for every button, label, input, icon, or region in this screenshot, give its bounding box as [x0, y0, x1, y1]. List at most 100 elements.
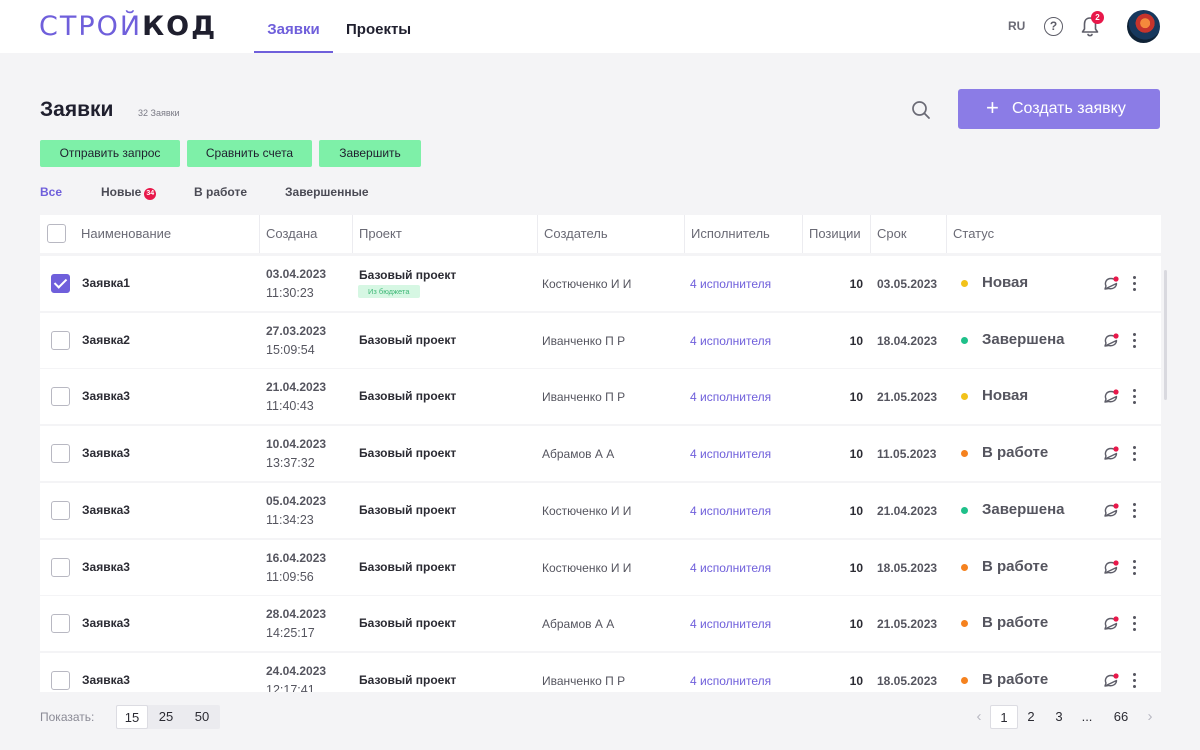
table-row[interactable]: Заявка3 21.04.2023 11:40:43 Базовый проект И… [40, 369, 1161, 424]
created-time: 11:09:56 [266, 570, 314, 584]
request-name[interactable]: Заявка3 [82, 673, 130, 687]
create-request-button[interactable]: + Создать заявку [958, 89, 1160, 129]
page-number[interactable]: 3 [1048, 705, 1070, 729]
table-row[interactable]: Заявка3 16.04.2023 11:09:56 Базовый проект К… [40, 540, 1161, 595]
row-checkbox[interactable] [51, 331, 70, 350]
column-header-creator[interactable]: Создатель [537, 215, 608, 253]
project-name: Базовый проект [359, 560, 457, 574]
more-options-icon[interactable] [1127, 671, 1141, 691]
row-checkbox[interactable] [51, 614, 70, 633]
table-scrollbar[interactable] [1164, 270, 1167, 400]
more-options-icon[interactable] [1127, 614, 1141, 634]
filter-all[interactable]: Все [40, 185, 62, 199]
filter-completed[interactable]: Завершенные [285, 185, 369, 199]
column-header-due[interactable]: Срок [870, 215, 907, 253]
request-name[interactable]: Заявка2 [82, 333, 130, 347]
row-checkbox[interactable] [51, 671, 70, 690]
column-header-created[interactable]: Создана [259, 215, 317, 253]
request-name[interactable]: Заявка3 [82, 446, 130, 460]
row-checkbox[interactable] [51, 501, 70, 520]
table-row[interactable]: Заявка3 05.04.2023 11:34:23 Базовый проект К… [40, 483, 1161, 538]
page-number[interactable]: 1 [990, 705, 1018, 729]
table-row[interactable]: Заявка3 24.04.2023 12:17:41 Базовый проект И… [40, 653, 1161, 692]
row-checkbox[interactable] [51, 444, 70, 463]
more-options-icon[interactable] [1127, 331, 1141, 351]
request-name[interactable]: Заявка1 [82, 276, 130, 290]
request-name[interactable]: Заявка3 [82, 616, 130, 630]
column-header-name[interactable]: Наименование [75, 215, 171, 253]
chat-icon[interactable] [1102, 445, 1120, 463]
page-size-option[interactable]: 25 [150, 705, 182, 729]
user-avatar[interactable] [1127, 10, 1160, 43]
executors-link[interactable]: 4 исполнителя [690, 617, 771, 631]
row-checkbox[interactable] [51, 387, 70, 406]
table-header: Наименование Создана Проект Создатель Ис… [40, 215, 1161, 253]
more-options-icon[interactable] [1127, 387, 1141, 407]
chat-icon[interactable] [1102, 332, 1120, 350]
chat-icon[interactable] [1102, 672, 1120, 690]
executors-link[interactable]: 4 исполнителя [690, 390, 771, 404]
status-dot [961, 393, 968, 400]
project-name: Базовый проект [359, 503, 457, 517]
request-name[interactable]: Заявка3 [82, 389, 130, 403]
status-dot [961, 564, 968, 571]
select-all-checkbox[interactable] [47, 224, 66, 243]
creator-name: Костюченко И И [542, 277, 632, 291]
executors-link[interactable]: 4 исполнителя [690, 447, 771, 461]
executors-link[interactable]: 4 исполнителя [690, 334, 771, 348]
executors-link[interactable]: 4 исполнителя [690, 277, 771, 291]
more-options-icon[interactable] [1127, 501, 1141, 521]
status-label: В работе [982, 614, 1049, 631]
more-options-icon[interactable] [1127, 444, 1141, 464]
filter-new[interactable]: Новые 34 [101, 185, 157, 200]
page-size-option[interactable]: 50 [186, 705, 218, 729]
created-date: 16.04.2023 [266, 551, 327, 565]
status-label: Новая [982, 387, 1029, 404]
chat-icon[interactable] [1102, 275, 1120, 293]
send-request-button[interactable]: Отправить запрос [40, 140, 180, 167]
request-name[interactable]: Заявка3 [82, 560, 130, 574]
more-options-icon[interactable] [1127, 558, 1141, 578]
complete-button[interactable]: Завершить [319, 140, 421, 167]
chat-icon[interactable] [1102, 559, 1120, 577]
table-row[interactable]: Заявка3 28.04.2023 14:25:17 Базовый проект А… [40, 596, 1161, 651]
row-checkbox[interactable] [51, 558, 70, 577]
chat-icon[interactable] [1102, 615, 1120, 633]
table-row[interactable]: Заявка1 03.04.2023 11:30:23 Базовый проект И… [40, 256, 1161, 311]
column-header-executor[interactable]: Исполнитель [684, 215, 770, 253]
status-label: В работе [982, 558, 1049, 575]
creator-name: Абрамов А А [542, 447, 615, 461]
column-header-project[interactable]: Проект [352, 215, 402, 253]
executors-link[interactable]: 4 исполнителя [690, 504, 771, 518]
filter-in-progress[interactable]: В работе [194, 185, 247, 199]
request-name[interactable]: Заявка3 [82, 503, 130, 517]
chat-icon[interactable] [1102, 388, 1120, 406]
project-name: Базовый проект [359, 673, 457, 687]
executors-link[interactable]: 4 исполнителя [690, 674, 771, 688]
tab-requests[interactable]: Заявки [254, 0, 333, 53]
created-time: 11:40:43 [266, 399, 314, 413]
app-logo[interactable]: СТРОЙКОД [39, 11, 217, 42]
compare-invoices-button[interactable]: Сравнить счета [187, 140, 312, 167]
help-icon[interactable]: ? [1044, 17, 1063, 36]
created-time: 12:17:41 [266, 683, 315, 692]
table-row[interactable]: Заявка3 10.04.2023 13:37:32 Базовый проект А… [40, 426, 1161, 481]
next-page-icon[interactable]: › [1141, 705, 1159, 729]
prev-page-icon[interactable]: ‹ [970, 705, 988, 729]
page-size-option[interactable]: 15 [116, 705, 148, 729]
tab-projects[interactable]: Проекты [346, 0, 411, 53]
row-checkbox[interactable] [51, 274, 70, 293]
column-header-positions[interactable]: Позиции [802, 215, 861, 253]
language-switcher[interactable]: RU [1008, 19, 1025, 33]
page-number[interactable]: 66 [1106, 705, 1136, 729]
table-row[interactable]: Заявка2 27.03.2023 15:09:54 Базовый проект И… [40, 313, 1161, 368]
more-options-icon[interactable] [1127, 274, 1141, 294]
search-icon[interactable] [911, 100, 931, 120]
column-header-status[interactable]: Статус [946, 215, 994, 253]
created-date: 03.04.2023 [266, 267, 327, 281]
project-name: Базовый проект [359, 389, 457, 403]
due-date: 21.05.2023 [877, 390, 938, 404]
executors-link[interactable]: 4 исполнителя [690, 561, 771, 575]
chat-icon[interactable] [1102, 502, 1120, 520]
page-number[interactable]: 2 [1020, 705, 1042, 729]
